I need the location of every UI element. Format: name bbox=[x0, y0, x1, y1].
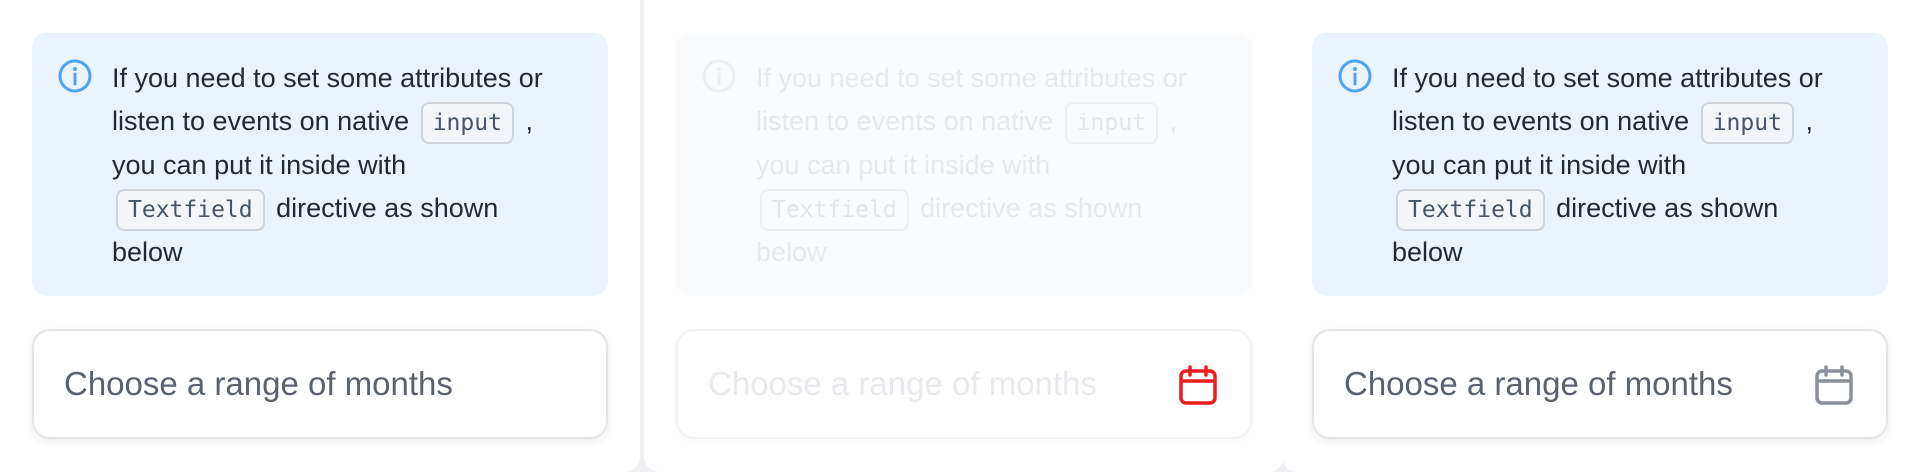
info-alert: If you need to set some attributes or li… bbox=[676, 33, 1252, 296]
panel-disabled: If you need to set some attributes or li… bbox=[644, 0, 1284, 472]
month-range-field[interactable] bbox=[32, 329, 608, 439]
alert-message: If you need to set some attributes or li… bbox=[112, 57, 568, 274]
code-input: input bbox=[1064, 101, 1158, 144]
info-alert: If you need to set some attributes or li… bbox=[32, 33, 608, 296]
info-circle-icon bbox=[58, 59, 92, 93]
code-textfield: Textfield bbox=[760, 188, 909, 231]
month-range-input bbox=[708, 331, 1148, 437]
info-circle-icon bbox=[1338, 59, 1372, 93]
month-range-input[interactable] bbox=[1344, 331, 1784, 437]
info-circle-icon bbox=[702, 59, 736, 93]
month-range-field[interactable] bbox=[1312, 329, 1888, 439]
month-range-input[interactable] bbox=[64, 331, 504, 437]
info-alert: If you need to set some attributes or li… bbox=[1312, 33, 1888, 296]
alert-message: If you need to set some attributes or li… bbox=[1392, 57, 1848, 274]
calendar-icon[interactable] bbox=[1812, 364, 1856, 408]
alert-message: If you need to set some attributes or li… bbox=[756, 57, 1212, 274]
panel-with-calendar: If you need to set some attributes or li… bbox=[1282, 0, 1920, 472]
code-textfield: Textfield bbox=[116, 188, 265, 231]
code-input: input bbox=[1700, 101, 1794, 144]
code-input: input bbox=[420, 101, 514, 144]
calendar-icon[interactable] bbox=[1176, 364, 1220, 408]
stage: If you need to set some attributes or li… bbox=[0, 0, 1920, 472]
code-textfield: Textfield bbox=[1396, 188, 1545, 231]
panel-default: If you need to set some attributes or li… bbox=[0, 0, 640, 472]
month-range-field bbox=[676, 329, 1252, 439]
